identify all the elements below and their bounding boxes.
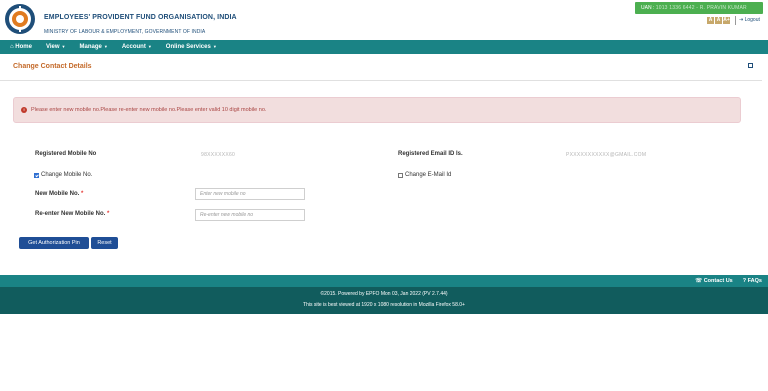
uan-label: UAN : [641, 5, 655, 11]
font-normal-button[interactable]: A [715, 17, 722, 24]
help-icon: ? [742, 278, 747, 284]
registered-mobile-label: Registered Mobile No [35, 151, 97, 157]
caret-down-icon: ▼ [103, 44, 108, 49]
caret-down-icon: ▼ [61, 44, 66, 49]
home-icon: ⌂ [10, 44, 14, 50]
nav-online-services-label: Online Services [165, 44, 211, 50]
change-mobile-option[interactable]: Change Mobile No. [34, 172, 92, 178]
font-size-controls: A A A+ [707, 17, 730, 24]
contact-us-label: Contact Us [703, 278, 733, 284]
new-mobile-input[interactable]: Enter new mobile no [195, 188, 305, 200]
change-email-option[interactable]: Change E-Mail Id [398, 172, 451, 178]
uan-value: 1013 1336 6442 - R. PRAVIN KUMAR [655, 5, 747, 11]
logout-icon: ⇥ [739, 17, 744, 23]
faq-link[interactable]: ? FAQs [743, 278, 762, 284]
reenter-mobile-label: Re-enter New Mobile No. * [35, 211, 109, 217]
nav-account-label: Account [121, 44, 146, 50]
change-email-checkbox[interactable] [398, 172, 403, 178]
nav-home[interactable]: ⌂ Home [10, 44, 32, 50]
collapse-icon[interactable] [748, 63, 753, 68]
epfo-logo [5, 4, 35, 34]
error-alert: ! Please enter new mobile no.Please re-e… [13, 97, 741, 123]
faq-label: FAQs [747, 278, 762, 284]
nav-manage-label: Manage [79, 44, 102, 50]
site-header: EMPLOYEES' PROVIDENT FUND ORGANISATION, … [0, 0, 768, 40]
change-mobile-label: Change Mobile No. [41, 172, 93, 178]
logout-label: Logout [744, 17, 760, 23]
change-mobile-checkbox[interactable] [34, 172, 39, 178]
nav-online-services[interactable]: Online Services ▼ [166, 44, 217, 50]
nav-view[interactable]: View ▼ [46, 44, 66, 50]
nav-manage[interactable]: Manage ▼ [80, 44, 108, 50]
footer-bar [0, 275, 768, 287]
footer-copyright: ©2015. Powered by EPFO Mon 03, Jan 2022 … [320, 291, 448, 297]
footer-note: This site is best viewed at 1920 x 1080 … [303, 302, 465, 308]
get-authorization-pin-button[interactable]: Get Authorization Pin [19, 237, 89, 249]
registered-email-value: PXXXXXXXXXXX@GMAIL.COM [566, 152, 647, 158]
divider [735, 16, 736, 25]
nav-account[interactable]: Account ▼ [122, 44, 152, 50]
error-message: Please enter new mobile no.Please re-ent… [31, 107, 267, 113]
reset-button[interactable]: Reset [91, 237, 118, 249]
new-mobile-label: New Mobile No. * [35, 191, 83, 197]
registered-mobile-value: 98XXXXXX60 [201, 152, 236, 158]
main-nav: ⌂ Home View ▼ Manage ▼ Account ▼ Online Ser… [0, 40, 768, 54]
logout-link[interactable]: ⇥ Logout [739, 17, 760, 23]
font-decrease-button[interactable]: A [707, 17, 714, 24]
org-subtitle: MINISTRY OF LABOUR & EMPLOYMENT, GOVERNM… [44, 29, 206, 35]
new-mobile-label-text: New Mobile No. [35, 191, 80, 197]
page-title: Change Contact Details [13, 63, 92, 70]
font-increase-button[interactable]: A+ [723, 17, 730, 24]
phone-icon: ☏ [695, 278, 703, 284]
divider [0, 80, 762, 81]
org-title: EMPLOYEES' PROVIDENT FUND ORGANISATION, … [44, 14, 237, 21]
reenter-mobile-input[interactable]: Re-enter new mobile no [195, 209, 305, 221]
caret-down-icon: ▼ [212, 44, 217, 49]
registered-email-label: Registered Email ID Is. [398, 151, 463, 157]
uan-badge: UAN : 1013 1336 6442 - R. PRAVIN KUMAR [635, 2, 763, 14]
nav-home-label: Home [15, 44, 32, 50]
reenter-mobile-label-text: Re-enter New Mobile No. [35, 211, 106, 217]
error-icon: ! [21, 107, 27, 113]
nav-view-label: View [45, 44, 60, 50]
required-mark: * [81, 191, 84, 197]
required-mark: * [107, 211, 110, 217]
contact-us-link[interactable]: ☏ Contact Us [695, 278, 732, 284]
caret-down-icon: ▼ [147, 44, 152, 49]
change-email-label: Change E-Mail Id [405, 172, 452, 178]
footer-links: ☏ Contact Us ? FAQs [695, 278, 762, 284]
